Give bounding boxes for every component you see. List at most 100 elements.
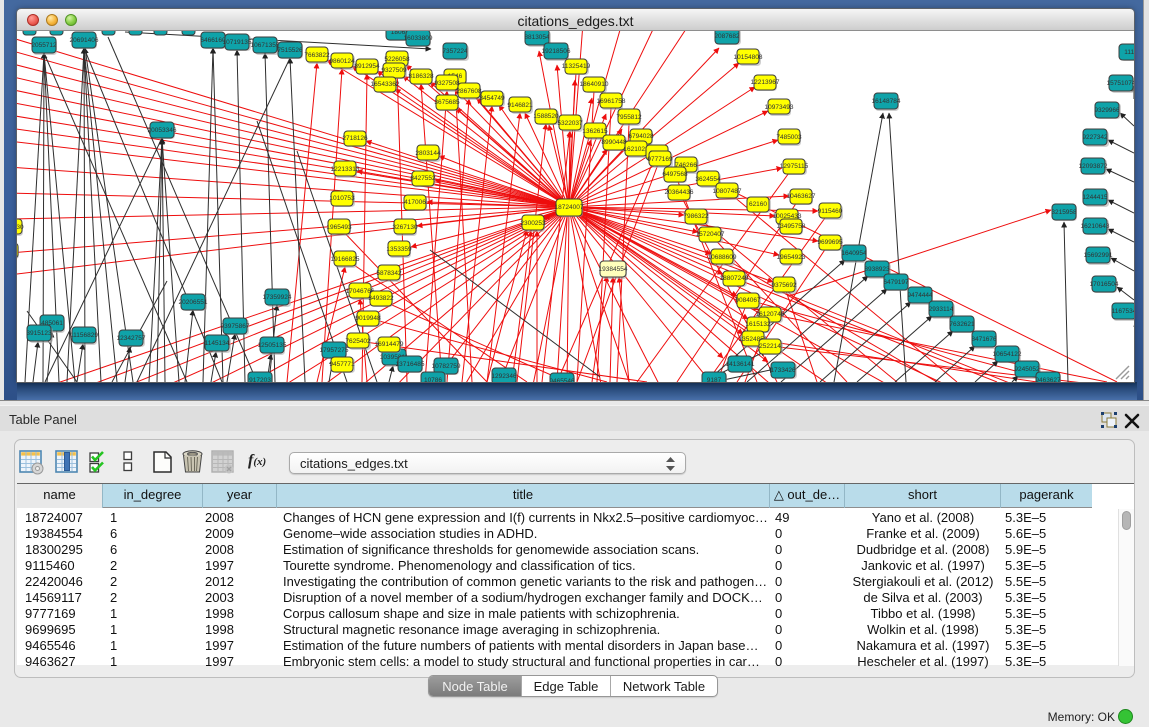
svg-text:252214: 252214 bbox=[759, 343, 781, 350]
svg-text:7632621: 7632621 bbox=[949, 321, 975, 328]
svg-text:1588520: 1588520 bbox=[533, 113, 559, 120]
svg-text:20053346: 20053346 bbox=[148, 127, 177, 134]
svg-text:1010753: 1010753 bbox=[329, 195, 355, 202]
svg-text:3624554: 3624554 bbox=[695, 176, 721, 183]
svg-text:9329966: 9329966 bbox=[1094, 107, 1120, 114]
svg-text:16914479: 16914479 bbox=[375, 341, 404, 348]
svg-text:9019948: 9019948 bbox=[355, 315, 381, 322]
svg-text:10654122: 10654122 bbox=[993, 351, 1022, 358]
svg-text:2803144: 2803144 bbox=[415, 150, 441, 157]
svg-text:9187: 9187 bbox=[707, 377, 722, 382]
svg-text:1353359: 1353359 bbox=[386, 246, 412, 253]
svg-text:8186328: 8186328 bbox=[408, 73, 434, 80]
svg-text:3493822: 3493822 bbox=[368, 295, 394, 302]
svg-text:16210643: 16210643 bbox=[1081, 223, 1110, 230]
svg-text:9245052: 9245052 bbox=[1014, 366, 1040, 373]
svg-text:16543362: 16543362 bbox=[371, 81, 400, 88]
svg-text:5322037: 5322037 bbox=[557, 120, 583, 127]
svg-text:9375692: 9375692 bbox=[771, 282, 797, 289]
svg-text:16961758: 16961758 bbox=[597, 98, 626, 105]
svg-text:14136141: 14136141 bbox=[726, 361, 755, 368]
svg-text:20206551: 20206551 bbox=[179, 299, 208, 306]
svg-text:7625402: 7625402 bbox=[345, 338, 371, 345]
svg-text:8990448: 8990448 bbox=[601, 139, 627, 146]
svg-text:93975867: 93975867 bbox=[221, 323, 250, 330]
svg-text:1112: 1112 bbox=[1124, 49, 1134, 56]
svg-text:5878342: 5878342 bbox=[376, 270, 402, 277]
svg-text:5226058: 5226058 bbox=[384, 56, 410, 63]
svg-text:8813054: 8813054 bbox=[524, 34, 550, 41]
svg-text:417006: 417006 bbox=[404, 199, 426, 206]
svg-text:20364436: 20364436 bbox=[665, 189, 694, 196]
svg-text:2933114: 2933114 bbox=[929, 306, 954, 313]
svg-text:8454749: 8454749 bbox=[479, 95, 505, 102]
svg-text:3267130: 3267130 bbox=[392, 224, 418, 231]
svg-text:19218506: 19218506 bbox=[542, 48, 571, 55]
svg-text:13716485: 13716485 bbox=[396, 361, 425, 368]
svg-text:9474444: 9474444 bbox=[907, 292, 933, 299]
svg-text:7515526: 7515526 bbox=[277, 47, 303, 54]
svg-text:16033809: 16033809 bbox=[404, 35, 433, 42]
svg-text:19166825: 19166825 bbox=[331, 256, 360, 263]
svg-text:9084067: 9084067 bbox=[735, 297, 761, 304]
svg-text:17359924: 17359924 bbox=[263, 294, 292, 301]
svg-text:1733426: 1733426 bbox=[770, 367, 796, 374]
svg-text:18724007: 18724007 bbox=[555, 204, 584, 211]
svg-text:17957275: 17957275 bbox=[320, 347, 349, 354]
svg-text:1244415: 1244415 bbox=[1082, 194, 1108, 201]
svg-text:2300253: 2300253 bbox=[520, 220, 546, 227]
svg-text:1640954: 1640954 bbox=[841, 250, 867, 257]
svg-text:10154808: 10154808 bbox=[734, 54, 763, 61]
svg-text:7357224: 7357224 bbox=[442, 48, 468, 55]
svg-text:1965493: 1965493 bbox=[326, 224, 352, 231]
svg-text:15720407: 15720407 bbox=[696, 231, 725, 238]
svg-text:1621022: 1621022 bbox=[623, 146, 649, 153]
svg-text:8912954: 8912954 bbox=[354, 63, 380, 70]
svg-text:6497568: 6497568 bbox=[662, 171, 688, 178]
svg-text:9327509: 9327509 bbox=[381, 67, 407, 74]
svg-text:9860124: 9860124 bbox=[329, 58, 355, 65]
svg-text:7955812: 7955812 bbox=[616, 114, 642, 121]
svg-text:7663822: 7663822 bbox=[304, 52, 330, 59]
svg-text:10807487: 10807487 bbox=[713, 188, 742, 195]
svg-text:10973493: 10973493 bbox=[765, 104, 794, 111]
svg-text:10688609: 10688609 bbox=[708, 254, 737, 261]
svg-text:9115460: 9115460 bbox=[818, 208, 843, 215]
svg-text:2087682: 2087682 bbox=[714, 33, 740, 40]
svg-text:19654923: 19654923 bbox=[777, 254, 806, 261]
svg-text:917203: 917203 bbox=[249, 377, 271, 382]
svg-text:16148784: 16148784 bbox=[872, 98, 901, 105]
svg-text:12213313: 12213313 bbox=[331, 166, 360, 173]
svg-text:10782759: 10782759 bbox=[432, 363, 461, 370]
svg-text:12975115: 12975115 bbox=[780, 163, 809, 170]
svg-text:12093872: 12093872 bbox=[1079, 163, 1108, 170]
svg-text:62160: 62160 bbox=[749, 201, 767, 208]
svg-text:3215958: 3215958 bbox=[1051, 209, 1077, 216]
svg-text:2718126: 2718126 bbox=[342, 135, 368, 142]
svg-text:19384554: 19384554 bbox=[599, 266, 628, 273]
svg-text:6479197: 6479197 bbox=[883, 279, 909, 286]
svg-text:20691406: 20691406 bbox=[70, 37, 99, 44]
svg-text:2867608: 2867608 bbox=[456, 88, 482, 95]
svg-text:7986322: 7986322 bbox=[683, 213, 709, 220]
svg-text:8471676: 8471676 bbox=[971, 336, 997, 343]
svg-text:9227342: 9227342 bbox=[1082, 134, 1108, 141]
svg-text:18807249: 18807249 bbox=[720, 275, 749, 282]
svg-text:11325419: 11325419 bbox=[562, 63, 591, 70]
svg-text:18640910: 18640910 bbox=[580, 81, 609, 88]
svg-text:11156829: 11156829 bbox=[70, 332, 98, 339]
svg-text:17016504: 17016504 bbox=[1090, 281, 1119, 288]
svg-text:9457771: 9457771 bbox=[329, 361, 355, 368]
svg-text:1292346: 1292346 bbox=[491, 373, 517, 380]
svg-text:1145134: 1145134 bbox=[205, 340, 230, 347]
svg-text:8427552: 8427552 bbox=[410, 175, 436, 182]
svg-text:3915123: 3915123 bbox=[26, 330, 52, 337]
svg-text:10463627: 10463627 bbox=[787, 193, 816, 200]
svg-text:9146821: 9146821 bbox=[507, 102, 533, 109]
svg-text:3675685: 3675685 bbox=[434, 99, 460, 106]
svg-text:6794028: 6794028 bbox=[628, 133, 654, 140]
svg-text:9465546: 9465546 bbox=[549, 378, 575, 382]
svg-text:9463627: 9463627 bbox=[1035, 377, 1061, 382]
svg-text:9699695: 9699695 bbox=[817, 239, 843, 246]
svg-text:12342757: 12342757 bbox=[117, 335, 146, 342]
